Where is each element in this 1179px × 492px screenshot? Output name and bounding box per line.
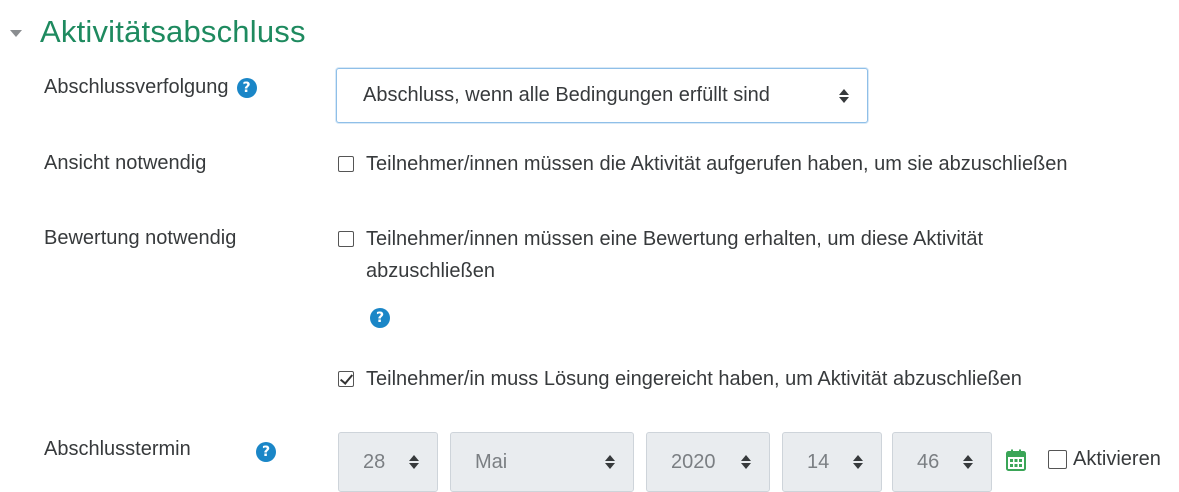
require-view-checkbox[interactable] (338, 156, 354, 172)
section-header-activity-completion[interactable]: Aktivitätsabschluss (10, 10, 306, 54)
require-view-label-row: Ansicht notwendig (44, 152, 206, 175)
month-select[interactable]: Mai (450, 432, 634, 492)
hour-value: 14 (807, 450, 830, 473)
enable-checkbox-label: Aktivieren (1073, 448, 1161, 470)
completion-tracking-selected-value: Abschluss, wenn alle Bedingungen erfüllt… (363, 84, 770, 106)
updown-arrows-icon (741, 455, 751, 469)
minute-value: 46 (917, 450, 940, 473)
month-value: Mai (475, 450, 508, 473)
enable-checkbox[interactable] (1048, 450, 1067, 469)
updown-arrows-icon (853, 455, 863, 469)
updown-arrows-icon (605, 455, 615, 469)
require-grade-option[interactable]: Teilnehmer/innen müssen eine Bewertung e… (338, 223, 983, 287)
day-select[interactable]: 28 (338, 432, 438, 492)
calendar-icon[interactable] (1006, 449, 1026, 471)
completion-tracking-select[interactable]: Abschluss, wenn alle Bedingungen erfüllt… (336, 68, 868, 123)
collapse-toggle-icon[interactable] (10, 29, 22, 37)
expected-completion-label-row: Abschlusstermin (44, 438, 191, 461)
hour-select[interactable]: 14 (782, 432, 882, 492)
updown-arrows-icon (409, 455, 419, 469)
minute-select[interactable]: 46 (892, 432, 992, 492)
require-submit-checkbox-label: Teilnehmer/in muss Lösung eingereicht ha… (366, 368, 1022, 390)
completion-tracking-label-row: Abschlussverfolgung ? (44, 76, 257, 99)
expected-completion-label: Abschlusstermin (44, 438, 191, 460)
help-icon[interactable]: ? (236, 77, 257, 98)
require-grade-checkbox-label: Teilnehmer/innen müssen eine Bewertung e… (366, 223, 983, 287)
updown-arrows-icon (963, 455, 973, 469)
year-select[interactable]: 2020 (646, 432, 770, 492)
updown-arrows-icon (839, 88, 849, 103)
help-icon[interactable]: ? (370, 308, 390, 328)
require-grade-label: Bewertung notwendig (44, 227, 237, 249)
require-grade-label-row: Bewertung notwendig (44, 227, 236, 250)
require-view-label: Ansicht notwendig (44, 152, 207, 174)
help-icon[interactable]: ? (256, 442, 276, 462)
year-value: 2020 (671, 450, 716, 473)
require-view-checkbox-label: Teilnehmer/innen müssen die Aktivität au… (366, 153, 1068, 175)
completion-tracking-label: Abschlussverfolgung (44, 76, 229, 98)
require-submit-option[interactable]: Teilnehmer/in muss Lösung eingereicht ha… (338, 363, 1022, 395)
require-grade-label-line2: abzuschließen (366, 260, 495, 282)
require-grade-checkbox[interactable] (338, 231, 354, 247)
require-grade-label-line1: Teilnehmer/innen müssen eine Bewertung e… (366, 228, 984, 250)
day-value: 28 (363, 450, 386, 473)
enable-expected-completion-option[interactable]: Aktivieren (1048, 448, 1161, 471)
section-title: Aktivitätsabschluss (40, 14, 306, 49)
require-view-option[interactable]: Teilnehmer/innen müssen die Aktivität au… (338, 148, 1068, 180)
require-submit-checkbox[interactable] (338, 371, 354, 387)
